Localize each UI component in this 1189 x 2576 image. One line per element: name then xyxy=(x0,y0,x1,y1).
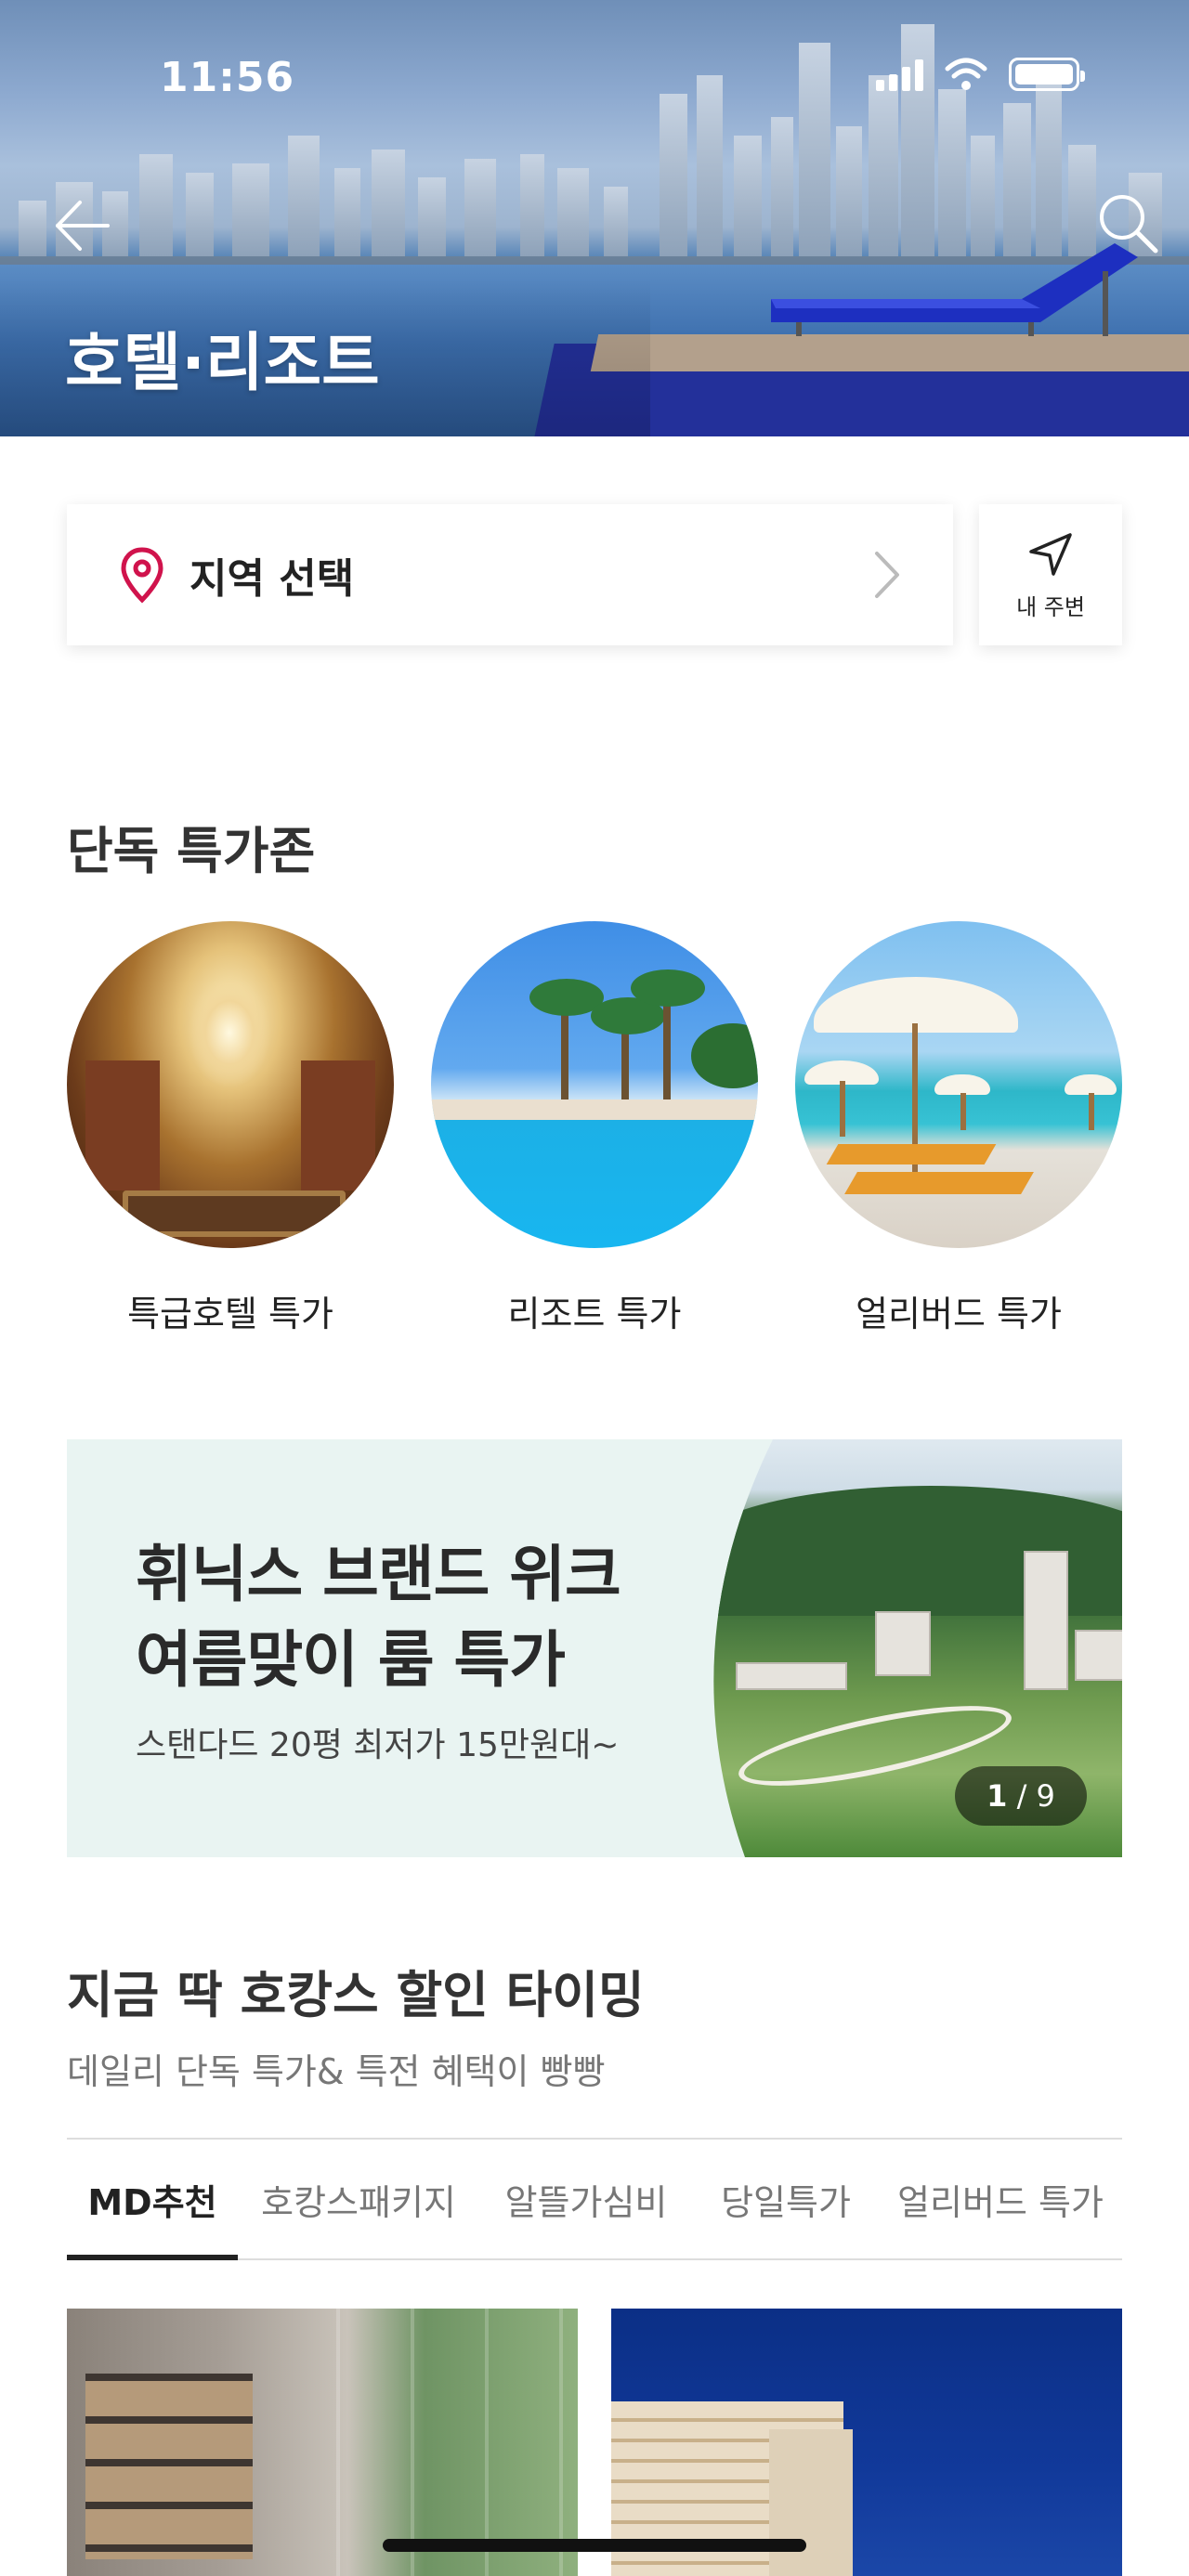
arrow-left-icon[interactable] xyxy=(50,193,115,258)
exclusive-section-title: 단독 특가존 xyxy=(67,822,316,880)
skyline-building xyxy=(232,163,269,256)
deal-label: 얼리버드 특가 xyxy=(856,1294,1062,1334)
skyline-building xyxy=(186,173,214,256)
skyline-building xyxy=(660,94,687,256)
search-icon[interactable] xyxy=(1094,189,1161,256)
deal-early-bird[interactable]: 얼리버드 특가 xyxy=(795,921,1122,1336)
navigation-arrow-icon xyxy=(1029,532,1072,576)
timing-section-subtitle: 데일리 단독 특가& 특전 혜택이 빵빵 xyxy=(67,2051,606,2092)
tab-same-day[interactable]: 당일특가 xyxy=(693,2140,879,2258)
chevron-right-icon xyxy=(875,552,899,598)
skyline-building xyxy=(139,154,173,256)
skyline-building xyxy=(938,89,966,256)
skyline-building xyxy=(799,43,830,256)
skyline-building xyxy=(19,201,46,256)
banner-title: 휘닉스 브랜드 위크 여름맞이 룸 특가 xyxy=(136,1532,621,1704)
skyline-building xyxy=(520,154,544,256)
banner-pager: 1 / 9 xyxy=(955,1766,1087,1826)
skyline-building xyxy=(604,187,628,256)
page-title: 호텔·리조트 xyxy=(65,327,380,400)
pager-total: 9 xyxy=(1036,1778,1055,1814)
timing-section-title: 지금 딱 호캉스 할인 타이밍 xyxy=(67,1966,645,2024)
banner-title-line: 휘닉스 브랜드 위크 xyxy=(136,1539,621,1610)
skyline-building xyxy=(372,150,405,256)
premium-hotel-image xyxy=(67,921,394,1248)
sun-lounger xyxy=(771,243,1138,336)
deal-label: 리조트 특가 xyxy=(507,1294,682,1334)
glass-facade xyxy=(336,2309,578,2576)
exclusive-deals-list: 특급호텔 특가 리조트 특가 얼리버드 특가 xyxy=(67,921,1122,1336)
skyline-building xyxy=(557,168,589,256)
tab-hocance-package[interactable]: 호캉스패키지 xyxy=(238,2140,479,2258)
status-icons xyxy=(876,58,1085,91)
skyline-building xyxy=(288,136,320,256)
banner-subtitle: 스탠다드 20평 최저가 15만원대~ xyxy=(136,1726,620,1764)
skyline-building xyxy=(869,75,898,256)
signal-icon xyxy=(876,59,923,91)
tab-md-pick[interactable]: MD추천 xyxy=(67,2140,238,2260)
early-bird-image xyxy=(795,921,1122,1248)
status-time: 11:56 xyxy=(160,54,295,101)
hotel-card[interactable] xyxy=(611,2309,1122,2576)
tab-value[interactable]: 알뜰가심비 xyxy=(479,2140,693,2258)
skyline-building xyxy=(697,75,723,256)
deal-label: 특급호텔 특가 xyxy=(127,1294,333,1334)
skyline-building xyxy=(464,159,496,256)
resort-image xyxy=(431,921,758,1248)
nearby-button[interactable]: 내 주변 xyxy=(979,504,1122,645)
map-pin-icon xyxy=(121,547,163,604)
pool-deck xyxy=(590,334,1189,371)
pager-current: 1 xyxy=(986,1778,1008,1814)
region-select-button[interactable]: 지역 선택 xyxy=(67,504,953,645)
tab-early-bird[interactable]: 얼리버드 특가 xyxy=(879,2140,1122,2258)
lobby-shelf xyxy=(85,2374,253,2559)
skyline-building xyxy=(734,136,762,256)
banner-title-line: 여름맞이 룸 특가 xyxy=(136,1624,566,1697)
skyline-building xyxy=(1036,71,1062,256)
nearby-label: 내 주변 xyxy=(1016,593,1085,620)
region-select-label: 지역 선택 xyxy=(189,555,355,603)
deal-premium-hotel[interactable]: 특급호텔 특가 xyxy=(67,921,394,1336)
skyline-building xyxy=(334,168,360,256)
skyline-building xyxy=(418,177,446,256)
home-indicator[interactable] xyxy=(383,2539,806,2552)
battery-icon xyxy=(1009,58,1085,91)
hotel-building xyxy=(769,2429,853,2576)
hotel-card[interactable] xyxy=(67,2309,578,2576)
category-tabs: MD추천 호캉스패키지 알뜰가심비 당일특가 얼리버드 특가 xyxy=(67,2140,1122,2260)
pager-separator: / xyxy=(1007,1778,1037,1814)
deal-resort[interactable]: 리조트 특가 xyxy=(431,921,758,1336)
promo-banner[interactable]: 휘닉스 브랜드 위크 여름맞이 룸 특가 스탠다드 20평 최저가 15만원대~… xyxy=(67,1439,1122,1857)
wifi-icon xyxy=(945,58,987,90)
